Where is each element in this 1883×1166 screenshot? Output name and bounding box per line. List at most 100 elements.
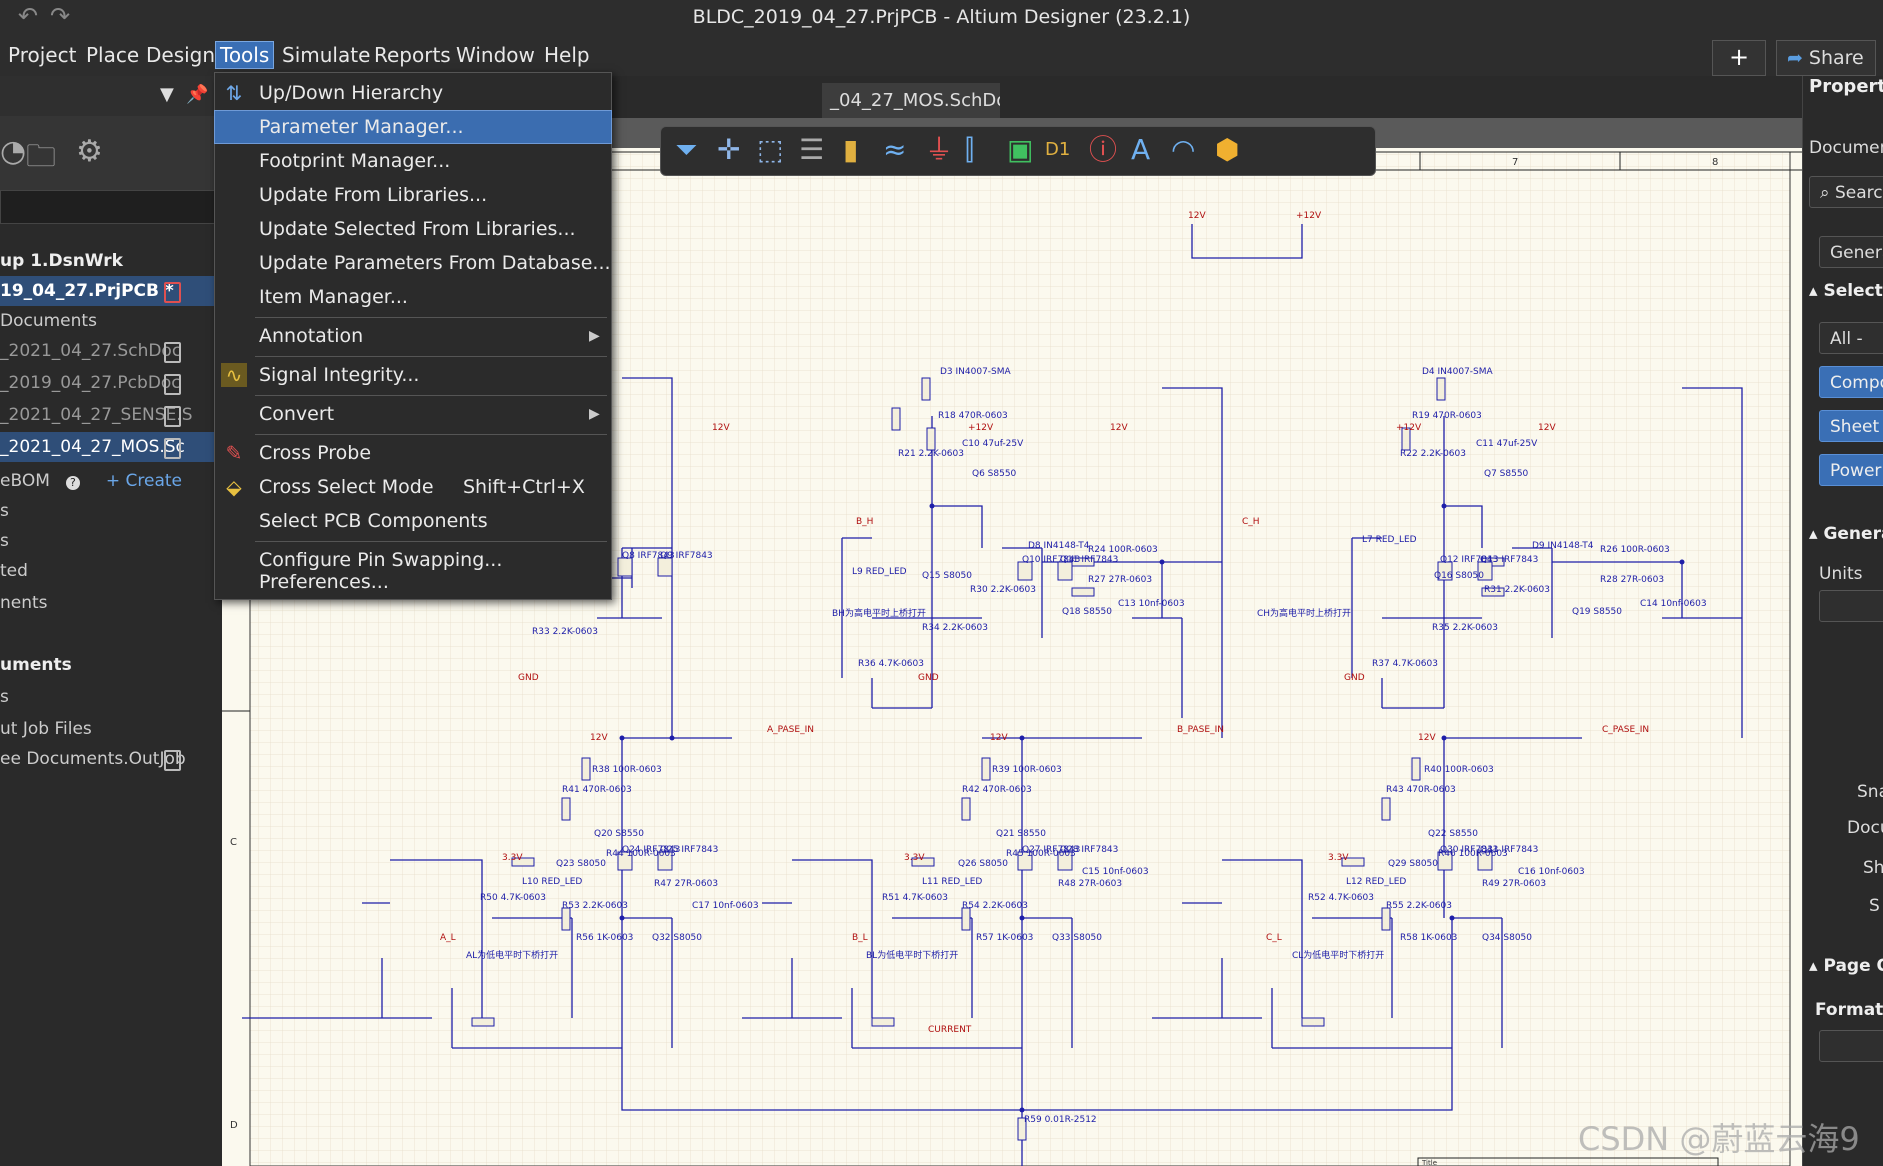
menu-reports[interactable]: Reports [370, 42, 455, 68]
menu-simulate[interactable]: Simulate [278, 42, 374, 68]
tree-item[interactable]: _2019_04_27.PcbDoc [0, 368, 214, 398]
help-icon[interactable]: ? [65, 476, 80, 490]
tree-item[interactable]: nents [0, 588, 214, 618]
cross-probe-icon: ✎ [225, 441, 243, 465]
menu-up-down-hierarchy[interactable]: ⇅ Up/Down Hierarchy [215, 77, 611, 109]
svg-text:Q29 S8050: Q29 S8050 [1388, 859, 1438, 869]
svg-text:R48 27R-0603: R48 27R-0603 [1058, 879, 1122, 889]
svg-text:3.3V: 3.3V [502, 853, 523, 863]
svg-text:C15 10nf-0603: C15 10nf-0603 [1082, 867, 1149, 877]
svg-text:C_PASE_IN: C_PASE_IN [1602, 725, 1649, 735]
tree-item[interactable]: ut Job Files [0, 714, 214, 744]
tree-item[interactable]: up 1.DsnWrk [0, 246, 214, 276]
tree-item[interactable]: ee Documents.OutJob [0, 744, 214, 774]
share-button[interactable]: ➦ Share [1776, 40, 1876, 76]
directive-icon[interactable]: ⓘ [1089, 135, 1117, 165]
tree-item[interactable]: eBOM? + Create [0, 466, 214, 496]
open-folder-icon[interactable]: 🗀 [26, 134, 56, 185]
menu-select-pcb-components[interactable]: Select PCB Components [215, 505, 611, 537]
sheet-button[interactable]: Sheet [1819, 410, 1883, 442]
align-icon[interactable]: ☰ [799, 135, 824, 165]
shape-icon[interactable]: ⬢ [1215, 135, 1239, 165]
gear-icon[interactable]: ⚙ [76, 134, 103, 169]
tree-item[interactable]: s [0, 682, 214, 712]
title-bar: ↶ ↷ BLDC_2019_04_27.PrjPCB - Altium Desi… [0, 0, 1883, 34]
tab-mos-schdoc[interactable]: _04_27_MOS.SchDoc [822, 83, 1000, 118]
menu-tools[interactable]: Tools [214, 41, 275, 69]
menu-cross-select-mode[interactable]: ⬙ Cross Select Mode Shift+Ctrl+X [215, 471, 611, 503]
create-link[interactable]: + Create [106, 471, 182, 491]
svg-text:R43 470R-0603: R43 470R-0603 [1386, 785, 1456, 795]
page-options-header[interactable]: ▴ Page Op [1809, 956, 1883, 976]
menu-convert[interactable]: Convert ▶ [215, 398, 611, 430]
tree-item[interactable]: 19_04_27.PrjPCB * [0, 276, 214, 306]
menu-signal-integrity[interactable]: ∿ Signal Integrity... [215, 359, 611, 391]
panel-search-input[interactable] [0, 190, 216, 224]
svg-text:Q20 S8550: Q20 S8550 [594, 829, 644, 839]
svg-text:12V: 12V [1188, 211, 1206, 221]
arc-icon[interactable]: ◠ [1171, 135, 1195, 165]
menu-update-parameters-from-database[interactable]: Update Parameters From Database... [215, 247, 611, 279]
tree-item[interactable]: _2021_04_27_MOS.Sc [0, 432, 214, 462]
svg-text:Q31 IRF7843: Q31 IRF7843 [1480, 845, 1538, 855]
harness-icon[interactable]: ⫿ [965, 135, 974, 165]
tree-item[interactable]: _2021_04_27_SENSE.S [0, 400, 214, 430]
menu-update-selected-from-libraries[interactable]: Update Selected From Libraries... [215, 213, 611, 245]
svg-text:R28 27R-0603: R28 27R-0603 [1600, 575, 1664, 585]
select-area-icon[interactable]: ⬚ [757, 135, 783, 165]
menu-preferences[interactable]: Preferences... [215, 567, 611, 597]
svg-text:CL为低电平时下桥打开: CL为低电平时下桥打开 [1292, 949, 1384, 961]
menu-window[interactable]: Window [452, 42, 539, 68]
tree-item[interactable]: s [0, 496, 214, 526]
svg-text:Q21 S8550: Q21 S8550 [996, 829, 1046, 839]
selection-header[interactable]: ▴ Selection [1809, 281, 1883, 301]
add-button[interactable]: + [1712, 40, 1766, 76]
menu-item-manager[interactable]: Item Manager... [215, 281, 611, 313]
general-header[interactable]: ▴ General [1809, 524, 1883, 544]
menu-cross-probe[interactable]: ✎ Cross Probe [215, 437, 611, 469]
svg-text:R35 2.2K-0603: R35 2.2K-0603 [1432, 623, 1498, 633]
power-port-icon[interactable]: ⏚ [925, 135, 953, 165]
svg-text:C10 47uf-25V: C10 47uf-25V [962, 439, 1024, 449]
tree-item[interactable]: uments [0, 650, 214, 680]
formatting-label: Formatti [1815, 1000, 1883, 1020]
power-button[interactable]: Power [1819, 454, 1883, 486]
all-button[interactable]: All - [1819, 322, 1883, 354]
svg-text:CH为高电平时上桥打开: CH为高电平时上桥打开 [1257, 607, 1351, 619]
text-icon[interactable]: A [1131, 135, 1150, 165]
filter-icon[interactable]: ⏷ [675, 135, 697, 165]
wire-icon[interactable]: ≈ [883, 135, 906, 165]
tree-item[interactable]: _2021_04_27.SchDoc [0, 336, 214, 366]
workspace-icon[interactable]: ◔ [0, 134, 26, 169]
svg-text:Q6 S8550: Q6 S8550 [972, 469, 1017, 479]
svg-text:R38 100R-0603: R38 100R-0603 [592, 765, 662, 775]
svg-text:C14 10nf-0603: C14 10nf-0603 [1640, 599, 1707, 609]
sheet-symbol-icon[interactable]: ▣ [1007, 135, 1033, 165]
pin-icon[interactable]: 📌 [186, 84, 208, 105]
panel-menu-icon[interactable]: ▼ [160, 84, 174, 105]
menu-project[interactable]: Project [4, 42, 80, 68]
units-field[interactable] [1819, 590, 1883, 622]
tree-item[interactable]: ted [0, 556, 214, 586]
place-component-icon[interactable]: ▮ [843, 135, 858, 165]
svg-text:R31 2.2K-0603: R31 2.2K-0603 [1484, 585, 1550, 595]
menu-annotation[interactable]: Annotation ▶ [215, 320, 611, 352]
sh-label: Sh [1863, 858, 1883, 878]
menu-design[interactable]: Design [142, 42, 219, 68]
tree-item[interactable]: Documents [0, 306, 214, 336]
menu-parameter-manager[interactable]: Parameter Manager... [214, 110, 612, 144]
tree-item[interactable]: s [0, 526, 214, 556]
menu-place[interactable]: Place [82, 42, 143, 68]
tree-item-label: Documents [0, 311, 97, 331]
svg-text:C17 10nf-0603: C17 10nf-0603 [692, 901, 759, 911]
menu-separator [255, 434, 607, 435]
menu-help[interactable]: Help [540, 42, 594, 68]
properties-search-input[interactable]: ⌕ Search [1809, 176, 1883, 208]
move-icon[interactable]: ✛ [717, 135, 740, 165]
port-icon[interactable]: D1 [1045, 135, 1070, 165]
menu-update-from-libraries[interactable]: Update From Libraries... [215, 179, 611, 211]
tab-general[interactable]: General [1819, 236, 1883, 268]
t-button[interactable]: T [1819, 1030, 1883, 1062]
menu-footprint-manager[interactable]: Footprint Manager... [215, 145, 611, 177]
components-button[interactable]: Compo [1819, 366, 1883, 398]
